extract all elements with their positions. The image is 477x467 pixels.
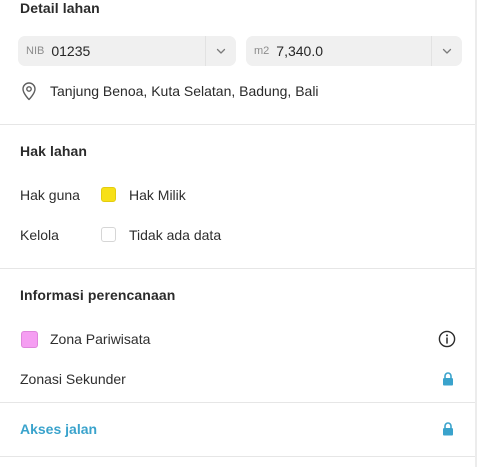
divider bbox=[0, 456, 475, 457]
info-button[interactable] bbox=[438, 330, 456, 348]
hak-guna-label: Hak guna bbox=[20, 187, 80, 203]
zona-label: Zona Pariwisata bbox=[50, 331, 151, 347]
location-pin-icon bbox=[22, 82, 36, 101]
area-value: 7,340.0 bbox=[276, 43, 323, 59]
divider bbox=[0, 402, 475, 403]
land-detail-panel: Detail lahan NIB 01235 m2 7,340.0 Tanjun… bbox=[0, 0, 477, 467]
divider bbox=[0, 124, 475, 125]
akses-jalan-lock[interactable] bbox=[441, 421, 454, 436]
lock-icon bbox=[442, 371, 453, 385]
area-dropdown-toggle[interactable] bbox=[431, 36, 462, 66]
hak-lahan-title: Hak lahan bbox=[20, 143, 88, 159]
zonasi-sekunder-lock[interactable] bbox=[441, 371, 454, 386]
location-row: Tanjung Benoa, Kuta Selatan, Badung, Bal… bbox=[20, 80, 319, 102]
nib-value: 01235 bbox=[51, 43, 91, 59]
hak-guna-value: Hak Milik bbox=[129, 187, 186, 203]
perencanaan-title: Informasi perencanaan bbox=[20, 287, 176, 303]
zonasi-sekunder-label: Zonasi Sekunder bbox=[20, 371, 126, 387]
zona-swatch bbox=[21, 331, 38, 348]
kelola-value: Tidak ada data bbox=[129, 227, 222, 243]
area-select[interactable]: m2 7,340.0 bbox=[246, 36, 462, 66]
chevron-down-icon bbox=[216, 48, 226, 54]
kelola-label: Kelola bbox=[20, 227, 59, 243]
nib-select[interactable]: NIB 01235 bbox=[18, 36, 236, 66]
divider bbox=[0, 268, 475, 269]
location-text: Tanjung Benoa, Kuta Selatan, Badung, Bal… bbox=[50, 83, 319, 99]
nib-prefix: NIB bbox=[26, 45, 45, 57]
akses-jalan-link[interactable]: Akses jalan bbox=[20, 421, 97, 437]
kelola-swatch bbox=[101, 227, 116, 242]
detail-lahan-title: Detail lahan bbox=[20, 0, 100, 16]
chevron-down-icon bbox=[442, 48, 452, 54]
lock-icon bbox=[442, 421, 453, 435]
info-icon bbox=[438, 330, 456, 348]
area-unit-prefix: m2 bbox=[254, 45, 270, 57]
nib-dropdown-toggle[interactable] bbox=[205, 36, 236, 66]
hak-milik-swatch bbox=[101, 187, 116, 202]
